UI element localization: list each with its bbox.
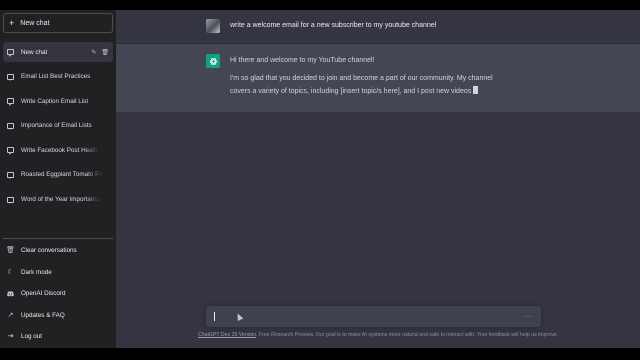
updates-faq-link[interactable]: ↗ Updates & FAQ [3,305,113,325]
sidebar-item-label: Write Caption Email List [21,97,89,105]
new-chat-button[interactable]: + New chat [3,13,113,33]
item-actions: ✎ 🗑 [91,49,109,56]
updates-faq-label: Updates & FAQ [21,311,65,319]
chat-bubble-icon [7,171,14,180]
sidebar-item-label: Importance of Email Lists [21,122,92,130]
chat-app: + New chat New chat ✎ 🗑 Email List Best … [0,10,640,348]
chat-bubble-icon [7,122,14,131]
assistant-paragraph-streaming: I'm so glad that you decided to join and… [230,72,500,98]
sidebar-item-label: Roasted Eggplant Tomato Pa [21,171,103,179]
chat-history-list: New chat ✎ 🗑 Email List Best Practices W… [3,42,113,210]
sidebar-item-roasted-eggplant-tomato[interactable]: Roasted Eggplant Tomato Pa [3,165,113,185]
sidebar-item-write-facebook-post-health[interactable]: Write Facebook Post Health [3,140,113,160]
assistant-paragraph: Hi there and welcome to my YouTube chann… [230,57,375,64]
sidebar-item-new-chat[interactable]: New chat ✎ 🗑 [3,42,113,62]
composer[interactable]: ··· [206,306,541,327]
chat-bubble-icon [7,73,14,82]
plus-icon: + [9,17,15,28]
message-input[interactable] [217,313,524,320]
openai-discord-link[interactable]: OpenAI Discord [3,284,113,304]
edit-icon[interactable]: ✎ [91,49,96,56]
user-message-text: write a welcome email for a new subscrib… [230,22,437,29]
trash-icon: 🗑 [6,247,15,254]
version-link[interactable]: ChatGPT Dec 15 Version [198,332,256,338]
openai-logo-icon [206,54,220,68]
sidebar-item-label: Word of the Year Importance [21,196,102,204]
sidebar-item-email-list-best-practices[interactable]: Email List Best Practices [3,67,113,87]
external-link-icon: ↗ [7,311,14,319]
sidebar-item-write-caption-email-list[interactable]: Write Caption Email List [3,91,113,111]
footer-disclaimer: ChatGPT Dec 15 Version. Free Research Pr… [116,332,640,338]
text-caret [214,312,215,321]
assistant-message: Hi there and welcome to my YouTube chann… [116,44,640,112]
sidebar-item-word-of-the-year[interactable]: Word of the Year Importance [3,190,113,210]
clear-conversations-button[interactable]: 🗑 Clear conversations [3,241,113,261]
chat-bubble-icon [7,98,14,106]
chat-bubble-icon [7,196,14,205]
log-out-label: Log out [21,333,43,340]
footer-text: . Free Research Preview. Our goal is to … [256,332,559,338]
clear-conversations-label: Clear conversations [21,247,77,254]
trash-icon[interactable]: 🗑 [101,49,109,56]
log-out-button[interactable]: ⇥ Log out [3,327,113,347]
assistant-paragraph-text: I'm so glad that you decided to join and… [230,75,493,95]
chat-bubble-icon [7,49,14,57]
sidebar: + New chat New chat ✎ 🗑 Email List Best … [0,10,116,348]
sidebar-item-label: Email List Best Practices [21,73,91,81]
dark-mode-toggle[interactable]: ☾ Dark mode [3,262,113,282]
loading-dots-icon: ··· [523,312,533,321]
user-message: write a welcome email for a new subscrib… [116,10,640,44]
discord-icon [7,290,14,297]
sidebar-item-label: New chat [21,48,48,56]
moon-icon: ☾ [7,268,14,276]
sidebar-bottom-menu: 🗑 Clear conversations ☾ Dark mode OpenAI… [3,237,113,349]
avatar [206,19,220,33]
new-chat-label: New chat [20,19,50,27]
chat-bubble-icon [7,147,14,155]
typing-cursor [473,86,479,94]
chat-main: write a welcome email for a new subscrib… [116,10,640,348]
dark-mode-label: Dark mode [21,268,52,276]
sidebar-item-label: Write Facebook Post Health [21,146,100,154]
openai-discord-label: OpenAI Discord [21,290,66,297]
assistant-message-content: Hi there and welcome to my YouTube chann… [230,54,500,103]
logout-icon: ⇥ [7,333,14,340]
sidebar-item-importance-of-email-lists[interactable]: Importance of Email Lists [3,116,113,136]
